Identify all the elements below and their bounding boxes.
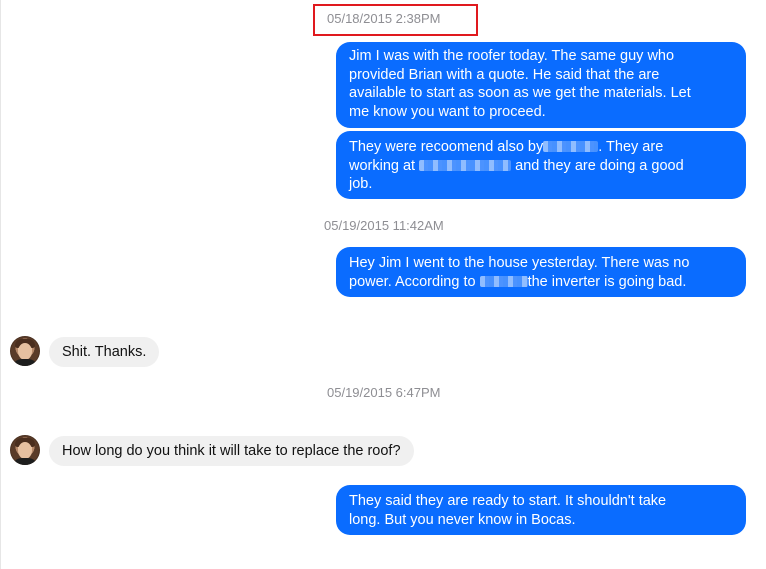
contact-avatar[interactable] [10, 336, 40, 366]
message-line: Hey Jim I went to the house yesterday. T… [349, 255, 690, 271]
message-line: Jim I was with the roofer today. The sam… [349, 48, 675, 64]
redacted-block [543, 141, 599, 152]
outgoing-message[interactable]: Hey Jim I went to the house yesterday. T… [336, 247, 746, 297]
redacted-block [479, 275, 528, 287]
timestamp: 05/19/2015 6:47PM [327, 385, 441, 400]
timestamp: 05/18/2015 2:38PM [327, 11, 441, 26]
outgoing-message[interactable]: Jim I was with the roofer today. The sam… [336, 42, 746, 128]
message-text: power. According to [349, 273, 476, 290]
incoming-message[interactable]: How long do you think it will take to re… [49, 436, 414, 466]
conversation-pane: 05/18/2015 2:38PM Jim I was with the roo… [0, 0, 766, 569]
timestamp: 05/19/2015 11:42AM [324, 218, 444, 233]
outgoing-message[interactable]: They said they are ready to start. It sh… [336, 485, 746, 535]
outgoing-message[interactable]: They were recoomend also by . They are wo… [336, 131, 746, 199]
redacted-block [419, 159, 512, 171]
message-text: the inverter is going bad. [527, 273, 687, 290]
message-line: long. But you never know in Bocas. [349, 511, 576, 528]
message-line: job. [349, 176, 373, 192]
message-text: working at [349, 157, 416, 174]
message-line: They said they are ready to start. It sh… [349, 493, 667, 509]
message-text: . They are [598, 139, 664, 155]
message-line: provided Brian with a quote. He said tha… [349, 66, 660, 83]
message-line: me know you want to proceed. [349, 103, 546, 120]
message-line: available to start as soon as we get the… [349, 85, 691, 101]
message-text: and they are doing a good [515, 157, 684, 174]
incoming-message[interactable]: Shit. Thanks. [49, 337, 160, 367]
contact-avatar[interactable] [10, 435, 40, 465]
message-text: They were recoomend also by [349, 139, 544, 155]
